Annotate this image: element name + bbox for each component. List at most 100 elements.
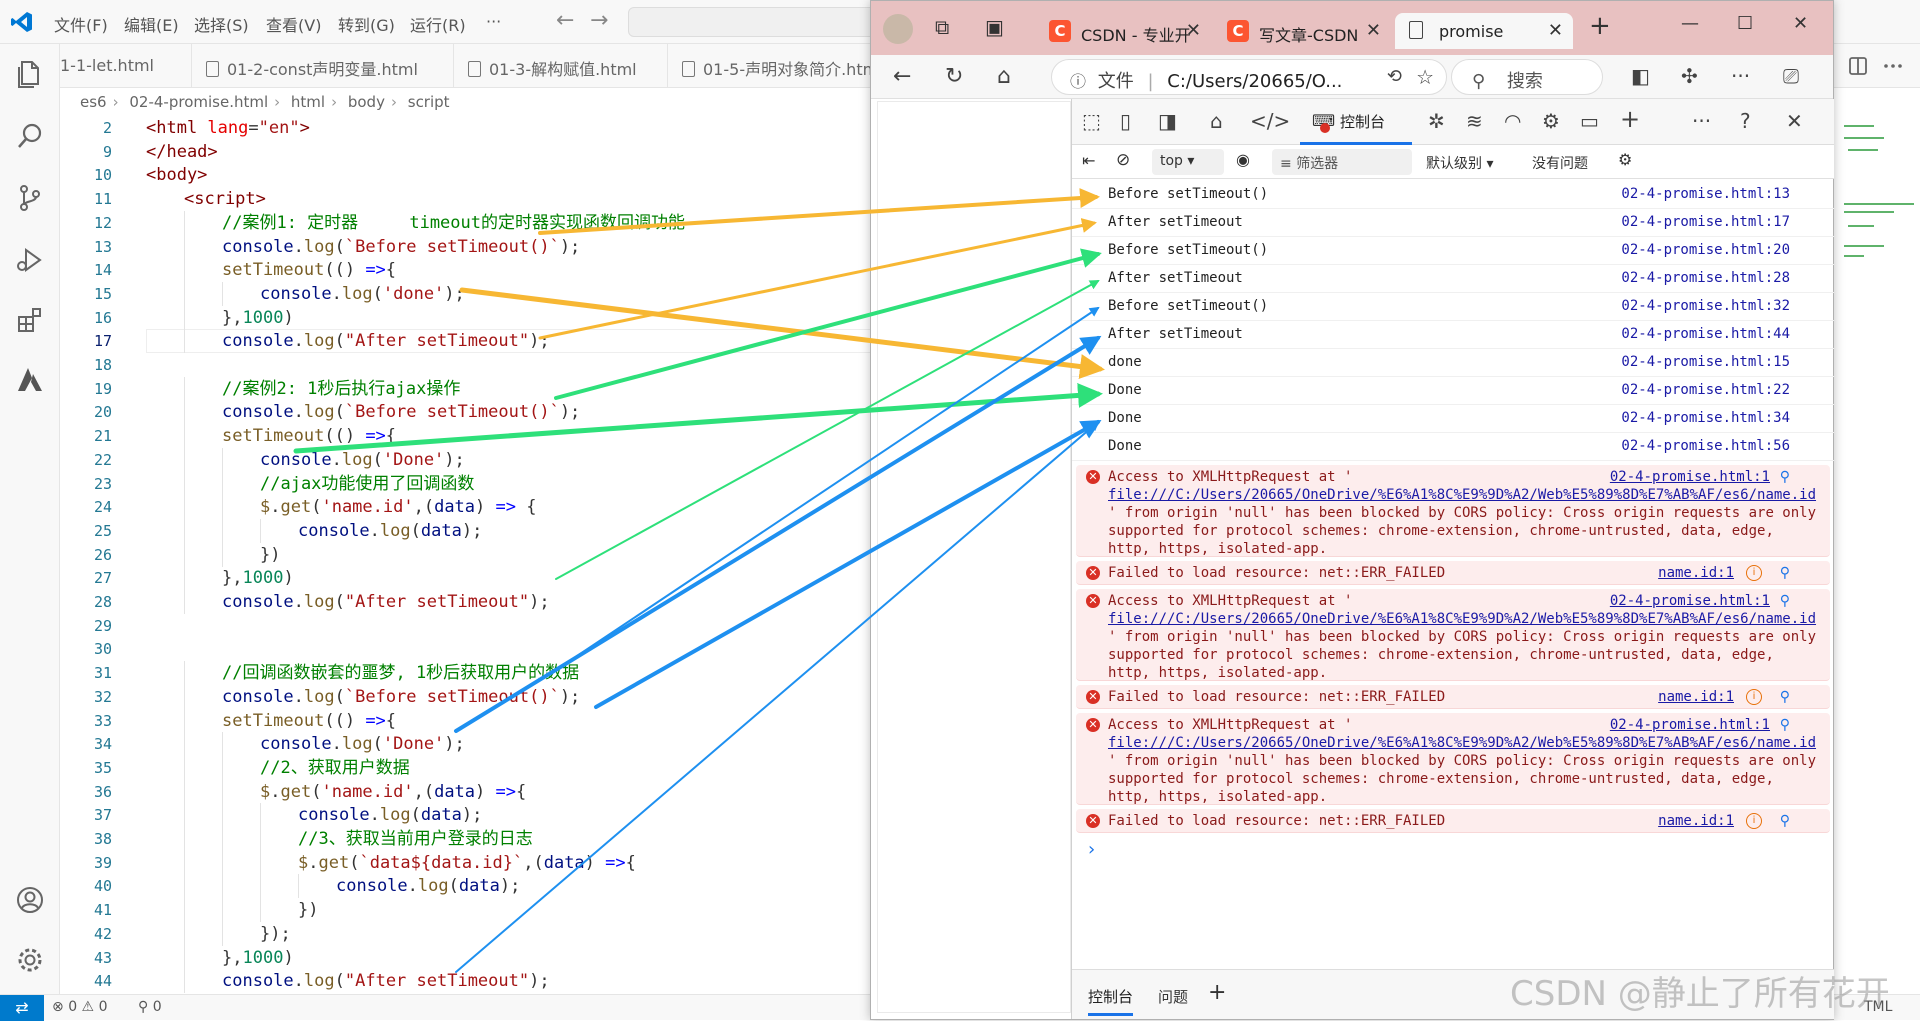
console-log-row[interactable]: Before setTimeout() 02-4-promise.html:32 <box>1072 293 1834 321</box>
console-settings-gear-icon[interactable]: ⚙ <box>1618 150 1632 169</box>
issues-indicator[interactable]: 没有问题 <box>1532 153 1588 173</box>
split-screen-icon[interactable]: ◧ <box>1631 64 1650 88</box>
search-icon[interactable] <box>14 120 46 152</box>
issue-info-icon[interactable]: i <box>1746 689 1762 705</box>
live-expression-eye-icon[interactable]: ◉ <box>1236 150 1250 169</box>
code-line[interactable]: 29 <box>60 614 880 638</box>
close-tab-icon[interactable]: ✕ <box>1366 20 1381 41</box>
device-emulation-icon[interactable]: ▯ <box>1120 109 1131 133</box>
breadcrumb-folder[interactable]: es6 <box>80 93 107 111</box>
tab-const[interactable]: 01-2-const声明变量.html <box>192 44 454 88</box>
search-issue-icon[interactable]: ⚲ <box>1780 564 1790 582</box>
code-line[interactable]: 16},1000) <box>60 305 880 330</box>
inspect-element-icon[interactable]: ⬚ <box>1082 109 1101 133</box>
browser-tab-csdn[interactable]: C CSDN - 专业开 ✕ <box>1037 13 1211 49</box>
browser-tab-promise[interactable]: promise ✕ <box>1395 13 1573 49</box>
settings-gear-icon[interactable]: ⚙ <box>1542 109 1560 133</box>
address-bar[interactable]: ⓘ 文件 | C:/Users/20665/O... ⟲ ☆ <box>1051 59 1447 95</box>
browser-search-box[interactable]: ⚲ 搜索 <box>1451 59 1603 95</box>
code-editor[interactable]: 2 <html lang="en"> 9 </head> 10 <body> 11 <scri… <box>60 116 880 994</box>
code-line[interactable]: 39 $.get(`data${data.id}`,(data) =>{ <box>60 850 880 875</box>
code-line[interactable]: 32 console.log(`Before setTimeout()`); <box>60 684 880 709</box>
tab-let[interactable]: 1-1-let.html <box>60 44 192 88</box>
code-line[interactable]: 25 console.log(data); <box>60 518 880 543</box>
nav-forward-icon[interactable]: → <box>590 8 608 33</box>
tab-destructure[interactable]: 01-3-解构赋值.html <box>454 44 668 88</box>
nav-back-icon[interactable]: ← <box>556 8 574 33</box>
code-line[interactable]: 27},1000) <box>60 566 880 591</box>
menu-view[interactable]: 查看(V) <box>266 12 321 36</box>
code-line[interactable]: 38 //3、获取当前用户登录的日志 <box>60 827 880 851</box>
code-line[interactable]: 13 console.log(`Before setTimeout()`); <box>60 234 880 259</box>
log-source-link[interactable]: 02-4-promise.html:15 <box>1621 354 1790 370</box>
console-log-row[interactable]: Done 02-4-promise.html:34 <box>1072 405 1834 433</box>
run-debug-icon[interactable] <box>14 244 46 276</box>
console-error-cors[interactable]: ✕ Access to XMLHttpRequest at ' file:///C:… <box>1076 589 1830 681</box>
code-line[interactable]: 9 </head> <box>60 140 880 164</box>
error-url-link[interactable]: file:///C:/Users/20665/OneDrive/%E6%A1%8… <box>1108 486 1816 504</box>
ports-indicator[interactable]: ⚲ 0 <box>138 999 162 1015</box>
breadcrumb-file[interactable]: 02-4-promise.html <box>129 93 268 111</box>
code-line[interactable]: 17 console.log("After setTimeout"); <box>60 329 880 354</box>
menu-file[interactable]: 文件(F) <box>54 12 108 36</box>
close-devtools-icon[interactable]: ✕ <box>1786 109 1803 133</box>
error-source-link[interactable]: 02-4-promise.html:1 <box>1610 468 1770 486</box>
extensions-icon[interactable] <box>14 304 46 336</box>
customize-menu-icon[interactable]: ··· <box>1692 109 1711 133</box>
console-error-cors[interactable]: ✕ Access to XMLHttpRequest at ' file:///C:… <box>1076 713 1830 805</box>
drawer-tab-issues[interactable]: 问题 <box>1158 986 1188 1007</box>
console-error-network[interactable]: ✕ Failed to load resource: net::ERR_FAILE… <box>1076 685 1830 709</box>
code-line[interactable]: 18 <box>60 353 880 377</box>
log-source-link[interactable]: 02-4-promise.html:32 <box>1621 298 1790 314</box>
code-line[interactable]: 2 <html lang="en"> <box>60 116 880 140</box>
close-tab-icon[interactable]: ✕ <box>1548 20 1563 41</box>
code-line[interactable]: 15 console.log('done'); <box>60 281 880 306</box>
log-source-link[interactable]: 02-4-promise.html:17 <box>1621 214 1790 230</box>
favorite-star-icon[interactable]: ☆ <box>1416 65 1434 89</box>
code-line[interactable]: 11 <script> <box>60 187 880 211</box>
console-log-row[interactable]: Done 02-4-promise.html:56 <box>1072 433 1834 461</box>
log-source-link[interactable]: 02-4-promise.html:44 <box>1621 326 1790 342</box>
error-source-link[interactable]: name.id:1 <box>1658 812 1734 830</box>
code-line[interactable]: 20 console.log(`Before setTimeout()`); <box>60 400 880 425</box>
search-issue-icon[interactable]: ⚲ <box>1780 688 1790 706</box>
breadcrumb-script[interactable]: script <box>408 93 450 111</box>
log-source-link[interactable]: 02-4-promise.html:13 <box>1621 186 1790 202</box>
azure-icon[interactable] <box>14 364 46 396</box>
console-log-row[interactable]: After setTimeout 02-4-promise.html:28 <box>1072 265 1834 293</box>
log-source-link[interactable]: 02-4-promise.html:28 <box>1621 270 1790 286</box>
log-source-link[interactable]: 02-4-promise.html:56 <box>1621 438 1790 454</box>
network-wifi-icon[interactable]: ≋ <box>1466 109 1483 133</box>
minimap[interactable] <box>1834 116 1920 416</box>
sidebar-toggle-icon[interactable]: ⇤ <box>1082 151 1095 170</box>
menu-more[interactable]: ··· <box>486 12 501 31</box>
account-icon[interactable] <box>14 884 46 916</box>
error-source-link[interactable]: 02-4-promise.html:1 <box>1610 592 1770 610</box>
code-line[interactable]: 37 console.log(data); <box>60 803 880 828</box>
explorer-icon[interactable] <box>14 58 46 90</box>
browser-tab-write[interactable]: C 写文章-CSDN ✕ <box>1215 13 1391 49</box>
error-url-link[interactable]: file:///C:/Users/20665/OneDrive/%E6%A1%8… <box>1108 610 1816 628</box>
translate-icon[interactable]: ⟲ <box>1387 66 1402 87</box>
split-editor-icon[interactable] <box>1846 48 1910 84</box>
console-error-network[interactable]: ✕ Failed to load resource: net::ERR_FAILE… <box>1076 561 1830 585</box>
code-line[interactable]: 30 <box>60 637 880 661</box>
context-selector[interactable]: top ▾ <box>1152 149 1224 175</box>
code-line[interactable]: 41}) <box>60 898 880 923</box>
console-log-row[interactable]: After setTimeout 02-4-promise.html:44 <box>1072 321 1834 349</box>
search-issue-icon[interactable]: ⚲ <box>1780 716 1790 734</box>
menu-selection[interactable]: 选择(S) <box>194 12 249 36</box>
breadcrumb-html[interactable]: html <box>291 93 325 111</box>
error-source-link[interactable]: name.id:1 <box>1658 564 1734 582</box>
code-line[interactable]: 43},1000) <box>60 945 880 970</box>
remote-icon[interactable]: ⇄ <box>0 995 44 1021</box>
log-source-link[interactable]: 02-4-promise.html:22 <box>1621 382 1790 398</box>
workspaces-icon[interactable]: ⧉ <box>935 15 949 39</box>
code-line[interactable]: 24 $.get('name.id',(data) => { <box>60 495 880 520</box>
dock-icon[interactable]: ◨ <box>1158 109 1177 133</box>
code-line[interactable]: 12 //案例1: 定时器 timeout的定时器实现函数回调功能 <box>60 210 880 235</box>
code-line[interactable]: 23 //ajax功能使用了回调函数 <box>60 471 880 496</box>
close-tab-icon[interactable]: ✕ <box>1186 20 1201 41</box>
elements-tab-icon[interactable]: </> <box>1250 109 1290 133</box>
code-line[interactable]: 40 console.log(data); <box>60 874 880 899</box>
